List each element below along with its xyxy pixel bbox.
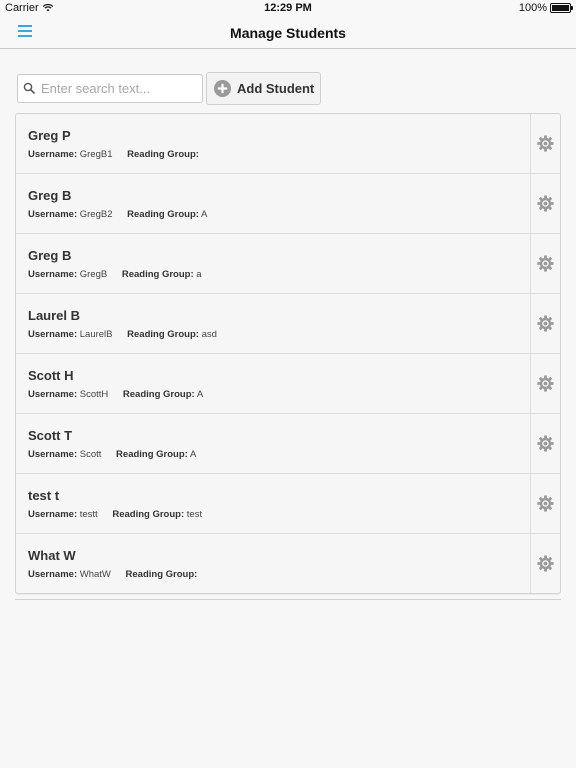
student-row[interactable]: test t Username: testt Reading Group: te… (16, 474, 560, 534)
reading-group-label: Reading Group: (116, 449, 188, 460)
username-label: Username: (28, 569, 78, 580)
reading-group-label: Reading Group: (127, 149, 199, 160)
gear-icon (537, 315, 554, 332)
settings-button[interactable] (530, 234, 560, 293)
username-value: ScottH (79, 389, 109, 400)
student-details: Username: GregB1 Reading Group: (28, 149, 199, 160)
settings-button[interactable] (530, 294, 560, 353)
status-bar: Carrier 12:29 PM 100% (0, 0, 576, 17)
username-label: Username: (28, 509, 78, 520)
student-details: Username: testt Reading Group: test (28, 509, 202, 520)
gear-icon (537, 435, 554, 452)
username-label: Username: (28, 209, 78, 220)
username-value: WhatW (79, 569, 111, 580)
username-value: GregB1 (79, 149, 113, 160)
clock: 12:29 PM (264, 2, 312, 14)
reading-group-label: Reading Group: (121, 269, 194, 280)
reading-group-value: A (201, 209, 208, 220)
page-title: Manage Students (230, 25, 346, 41)
settings-button[interactable] (530, 114, 560, 173)
student-details: Username: GregB2 Reading Group: A (28, 209, 207, 220)
add-student-button[interactable]: Add Student (206, 71, 321, 105)
battery-percent: 100% (518, 2, 547, 14)
settings-button[interactable] (530, 414, 560, 473)
student-name: Scott H (28, 368, 74, 383)
search-input[interactable] (41, 80, 191, 96)
student-details: Username: ScottH Reading Group: A (28, 389, 203, 400)
battery-icon (550, 3, 573, 13)
student-name: What W (28, 548, 76, 563)
reading-group-value: asd (201, 329, 217, 340)
student-row[interactable]: Greg B Username: GregB2 Reading Group: A (16, 174, 560, 234)
gear-icon (537, 135, 554, 152)
search-icon (23, 82, 35, 94)
student-list: Greg P Username: GregB1 Reading Group: G… (15, 113, 561, 594)
settings-button[interactable] (530, 174, 560, 233)
settings-button[interactable] (530, 354, 560, 413)
search-box[interactable] (17, 73, 203, 103)
add-student-label: Add Student (237, 80, 315, 96)
student-row[interactable]: Laurel B Username: LaurelB Reading Group… (16, 294, 560, 354)
username-value: GregB (79, 269, 108, 280)
student-details: Username: LaurelB Reading Group: asd (28, 329, 217, 340)
student-details: Username: GregB Reading Group: a (28, 269, 202, 280)
gear-icon (537, 495, 554, 512)
student-row[interactable]: Greg B Username: GregB Reading Group: a (16, 234, 560, 294)
student-row[interactable]: Scott H Username: ScottH Reading Group: … (16, 354, 560, 414)
username-label: Username: (28, 329, 78, 340)
reading-group-label: Reading Group: (122, 389, 195, 400)
student-name: Greg B (28, 248, 72, 263)
battery-indicator: 100% (518, 2, 573, 14)
divider (15, 599, 561, 600)
username-value: LaurelB (79, 329, 113, 340)
username-label: Username: (28, 449, 78, 460)
student-name: Greg P (28, 128, 71, 143)
username-label: Username: (28, 149, 78, 160)
gear-icon (537, 555, 554, 572)
student-details: Username: Scott Reading Group: A (28, 449, 196, 460)
settings-button[interactable] (530, 534, 560, 593)
username-value: testt (79, 509, 98, 520)
student-row[interactable]: Scott T Username: Scott Reading Group: A (16, 414, 560, 474)
gear-icon (537, 375, 554, 392)
student-row[interactable]: Greg P Username: GregB1 Reading Group: (16, 114, 560, 174)
username-label: Username: (28, 269, 78, 280)
student-name: test t (28, 488, 60, 503)
username-label: Username: (28, 389, 78, 400)
reading-group-value: test (186, 509, 203, 520)
reading-group-label: Reading Group: (112, 509, 185, 520)
gear-icon (537, 255, 554, 272)
reading-group-value: A (196, 389, 204, 400)
reading-group-label: Reading Group: (127, 209, 199, 220)
username-value: Scott (79, 449, 102, 460)
plus-circle-icon (214, 79, 231, 97)
student-details: Username: WhatW Reading Group: (28, 569, 197, 580)
student-name: Greg B (28, 188, 72, 203)
student-name: Scott T (28, 428, 73, 443)
navigation-bar: Manage Students (0, 17, 576, 49)
reading-group-label: Reading Group: (125, 569, 198, 580)
reading-group-value: A (189, 449, 197, 460)
toolbar: Add Student (17, 71, 321, 105)
student-name: Laurel B (28, 308, 81, 323)
username-value: GregB2 (79, 209, 113, 220)
reading-group-value: a (196, 269, 202, 280)
gear-icon (537, 195, 554, 212)
student-row[interactable]: What W Username: WhatW Reading Group: (16, 534, 560, 593)
settings-button[interactable] (530, 474, 560, 533)
reading-group-label: Reading Group: (127, 329, 199, 340)
